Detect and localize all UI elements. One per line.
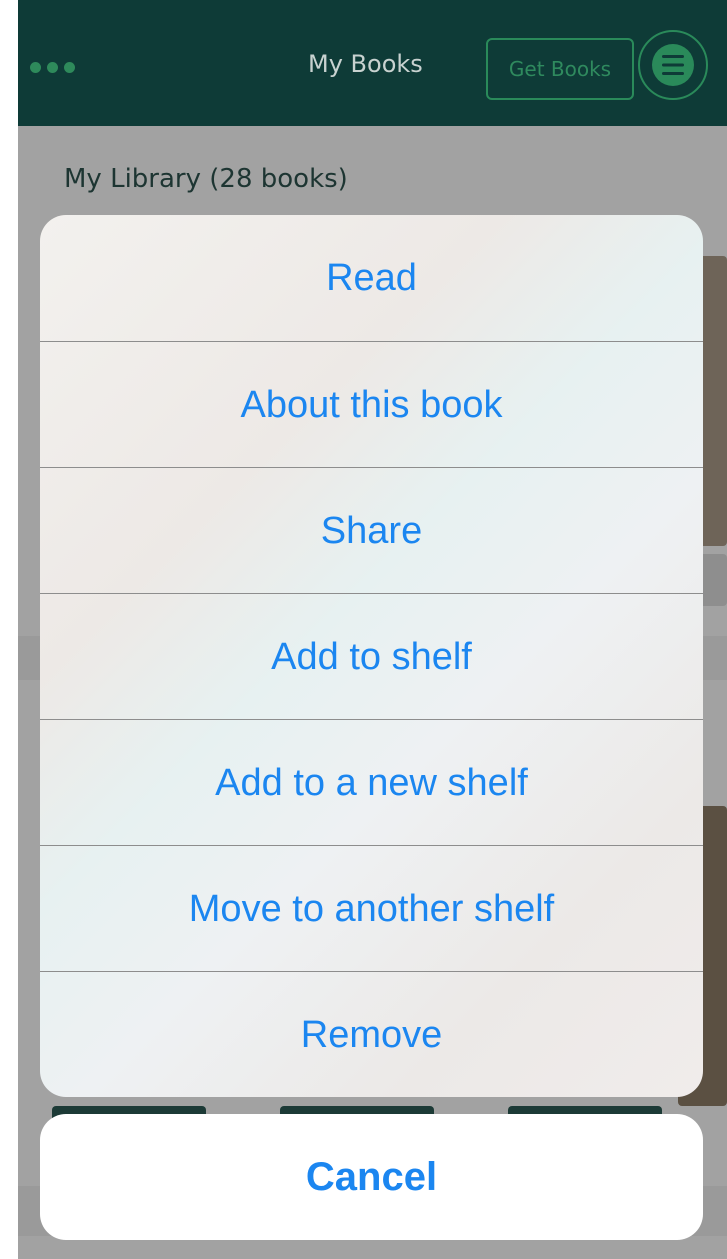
menu-button[interactable] (638, 30, 708, 100)
move-to-another-shelf-option[interactable]: Move to another shelf (40, 846, 703, 972)
get-books-button[interactable]: Get Books (486, 38, 634, 100)
page-title: My Books (308, 50, 423, 78)
add-to-new-shelf-option[interactable]: Add to a new shelf (40, 720, 703, 846)
read-option[interactable]: Read (40, 215, 703, 341)
dot (30, 62, 41, 73)
dot (47, 62, 58, 73)
about-this-book-option[interactable]: About this book (40, 342, 703, 468)
library-title: My Library (28 books) (64, 164, 348, 194)
remove-option[interactable]: Remove (40, 972, 703, 1097)
share-option[interactable]: Share (40, 468, 703, 594)
more-dots-icon[interactable] (30, 62, 75, 73)
app-header: My Books Get Books (18, 0, 727, 126)
add-to-shelf-option[interactable]: Add to shelf (40, 594, 703, 720)
left-edge (0, 0, 18, 1259)
hamburger-menu-icon (652, 44, 694, 86)
cancel-button[interactable]: Cancel (40, 1114, 703, 1240)
action-sheet: Read About this book Share Add to shelf … (40, 215, 703, 1097)
dot (64, 62, 75, 73)
screen: My Books Get Books My Library (28 books)… (0, 0, 727, 1259)
